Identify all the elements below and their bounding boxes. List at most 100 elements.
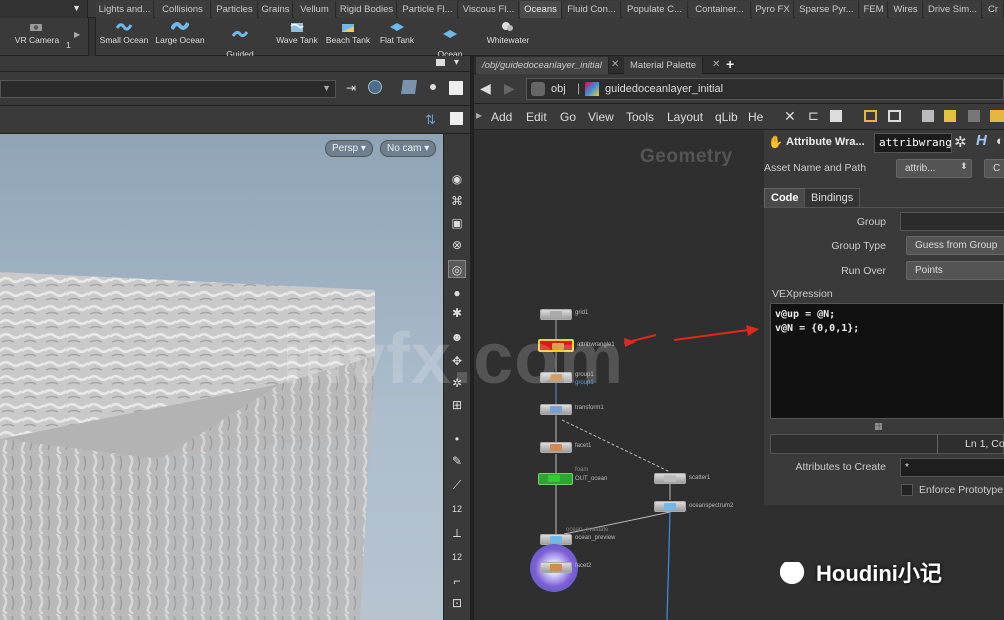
chevron-down-icon[interactable]: ▼ [322,83,331,93]
pen-icon[interactable]: ⟋ [448,476,466,494]
menu-go[interactable]: Go [560,110,576,124]
shelf-tab[interactable]: Viscous Fl... [459,1,519,18]
sort-icon[interactable]: ⇅ [425,112,436,128]
breadcrumb-obj[interactable]: obj [551,83,566,95]
tab-code[interactable]: Code [764,188,806,207]
viewer-path-field[interactable]: ▼ [0,80,336,98]
node-transform1[interactable] [540,404,572,415]
menu-add[interactable]: Add [491,110,512,124]
folder-icon[interactable] [990,110,1004,122]
close-tab-icon[interactable]: ✕ [712,59,720,70]
point-icon[interactable]: • [448,430,466,448]
snap-icon[interactable] [430,84,436,90]
vex-code-editor[interactable]: v@up = @N; v@N = {0,0,1}; [770,303,1004,419]
close-icon[interactable]: ⊗ [448,236,466,254]
lock-icon[interactable]: ▣ [448,214,466,232]
node-scatter1[interactable] [654,473,686,484]
tab-bindings[interactable]: Bindings [804,188,861,207]
ocean-flat-tank-tool[interactable]: Ocean Flat Tank [426,20,474,68]
shelf-tab[interactable]: FEM [860,1,888,18]
back-icon[interactable]: ◀ [480,80,491,97]
menu-tools[interactable]: Tools [626,110,654,124]
shelf-tab[interactable]: Wires [889,1,923,18]
info-icon[interactable]: ◐ [996,133,1004,148]
guided-ocean-layer-tool[interactable]: Guided Ocean Layer [212,20,268,68]
corner-icon[interactable]: ⌐ [448,572,466,590]
tree-icon[interactable]: ⊏ [808,108,819,124]
menu-layout[interactable]: Layout [667,110,703,124]
shelf-tab[interactable]: Populate C... [622,1,688,18]
light-icon[interactable]: ● [448,284,466,302]
brush-icon[interactable]: ✎ [448,452,466,470]
camera-menu-button[interactable]: No cam ▾ [380,140,437,157]
note-icon[interactable] [922,110,934,122]
group-field[interactable] [900,212,1004,231]
shelf-tab[interactable]: Rigid Bodies [337,1,397,18]
grid-view-icon[interactable] [864,110,877,122]
vr-camera-tool[interactable]: VR Camera [12,20,62,54]
pane-menu-icon[interactable]: ▾ [454,57,459,68]
node-facet2[interactable] [540,562,572,573]
shelf-tab[interactable]: Grains [259,1,293,18]
whitewater-tool[interactable]: Whitewater [482,20,534,54]
toolbar-box-icon[interactable] [450,112,463,125]
add-tab-icon[interactable]: + [726,56,734,72]
asset-extra-button[interactable]: C [984,159,1004,178]
image-icon[interactable] [968,110,980,122]
tool-icon[interactable]: ⟂ [448,524,466,542]
geometry-icon[interactable] [401,80,417,94]
small-ocean-tool[interactable]: Small Ocean [98,20,150,54]
shelf-tab[interactable]: Particles [212,1,258,18]
shelf-tab[interactable]: Drive Sim... [924,1,982,18]
number-badge-icon[interactable]: 12 [448,500,466,518]
sticky-icon[interactable] [944,110,956,122]
node-out-ocean[interactable] [538,473,573,485]
enforce-prototype-checkbox[interactable] [901,484,913,496]
maximize-icon[interactable] [436,59,445,66]
shelf-tab[interactable]: Container... [689,1,751,18]
breadcrumb-node[interactable]: guidedoceanlayer_initial [605,83,723,95]
shelf-tab[interactable]: Particle Fl... [398,1,458,18]
link-icon[interactable] [368,80,382,94]
display-icon[interactable] [449,81,463,95]
forward-icon[interactable]: ▶ [504,80,515,97]
shelf-tab[interactable]: Collisions [155,1,211,18]
persp-menu-button[interactable]: Persp ▾ [325,140,373,157]
resize-grip-icon[interactable]: ▦ [874,421,883,432]
shelf-tab[interactable]: Pyro FX [752,1,794,18]
pin-icon[interactable]: ⇥ [346,81,356,95]
tab-material-palette[interactable]: Material Palette [624,57,704,74]
large-ocean-tool[interactable]: Large Ocean [154,20,206,54]
group-type-dropdown[interactable]: Guess from Group [906,236,1004,255]
list-icon[interactable] [830,110,842,122]
network-breadcrumb[interactable]: obj | guidedoceanlayer_initial [526,78,1004,100]
chevron-down-icon[interactable]: ▼ [72,3,81,13]
shelf-set-selector[interactable]: ▼ [0,0,88,18]
shelf-tab[interactable]: Vellum [294,1,336,18]
flat-tank-tool[interactable]: Flat Tank [374,20,420,54]
menu-view[interactable]: View [588,110,614,124]
tab-network-path[interactable]: /obj/guidedoceanlayer_initial [476,57,609,74]
number-badge-icon[interactable]: 12 [448,548,466,566]
menu-qlib[interactable]: qLib [715,110,738,124]
run-over-dropdown[interactable]: Points [906,261,1004,280]
eye-icon[interactable]: ◉ [448,170,466,188]
table-view-icon[interactable] [888,110,901,122]
node-name-field[interactable]: attribwrang [874,133,952,153]
frame-icon[interactable]: ⊡ [448,594,466,612]
shelf-tab-oceans[interactable]: Oceans [520,1,562,18]
help-icon[interactable]: H [976,132,987,149]
wave-tank-tool[interactable]: Wave Tank [272,20,322,54]
attributes-to-create-field[interactable]: * [900,458,1004,477]
beach-tank-tool[interactable]: Beach Tank [322,20,374,54]
gear-icon[interactable]: ✲ [954,133,967,151]
wrench-icon[interactable]: ✕ [784,108,796,125]
shelf-tab[interactable]: Lights and... [96,1,154,18]
node-oceanspectrum2[interactable] [654,501,686,512]
shelf-tab[interactable]: Cr [983,1,1004,18]
network-pane-menu-icon[interactable]: ▸ [476,108,482,122]
shelf-tab[interactable]: Fluid Con... [563,1,621,18]
magnifier-icon[interactable]: ◎ [448,260,466,278]
menu-edit[interactable]: Edit [526,110,547,124]
close-tab-icon[interactable]: ✕ [611,59,619,70]
